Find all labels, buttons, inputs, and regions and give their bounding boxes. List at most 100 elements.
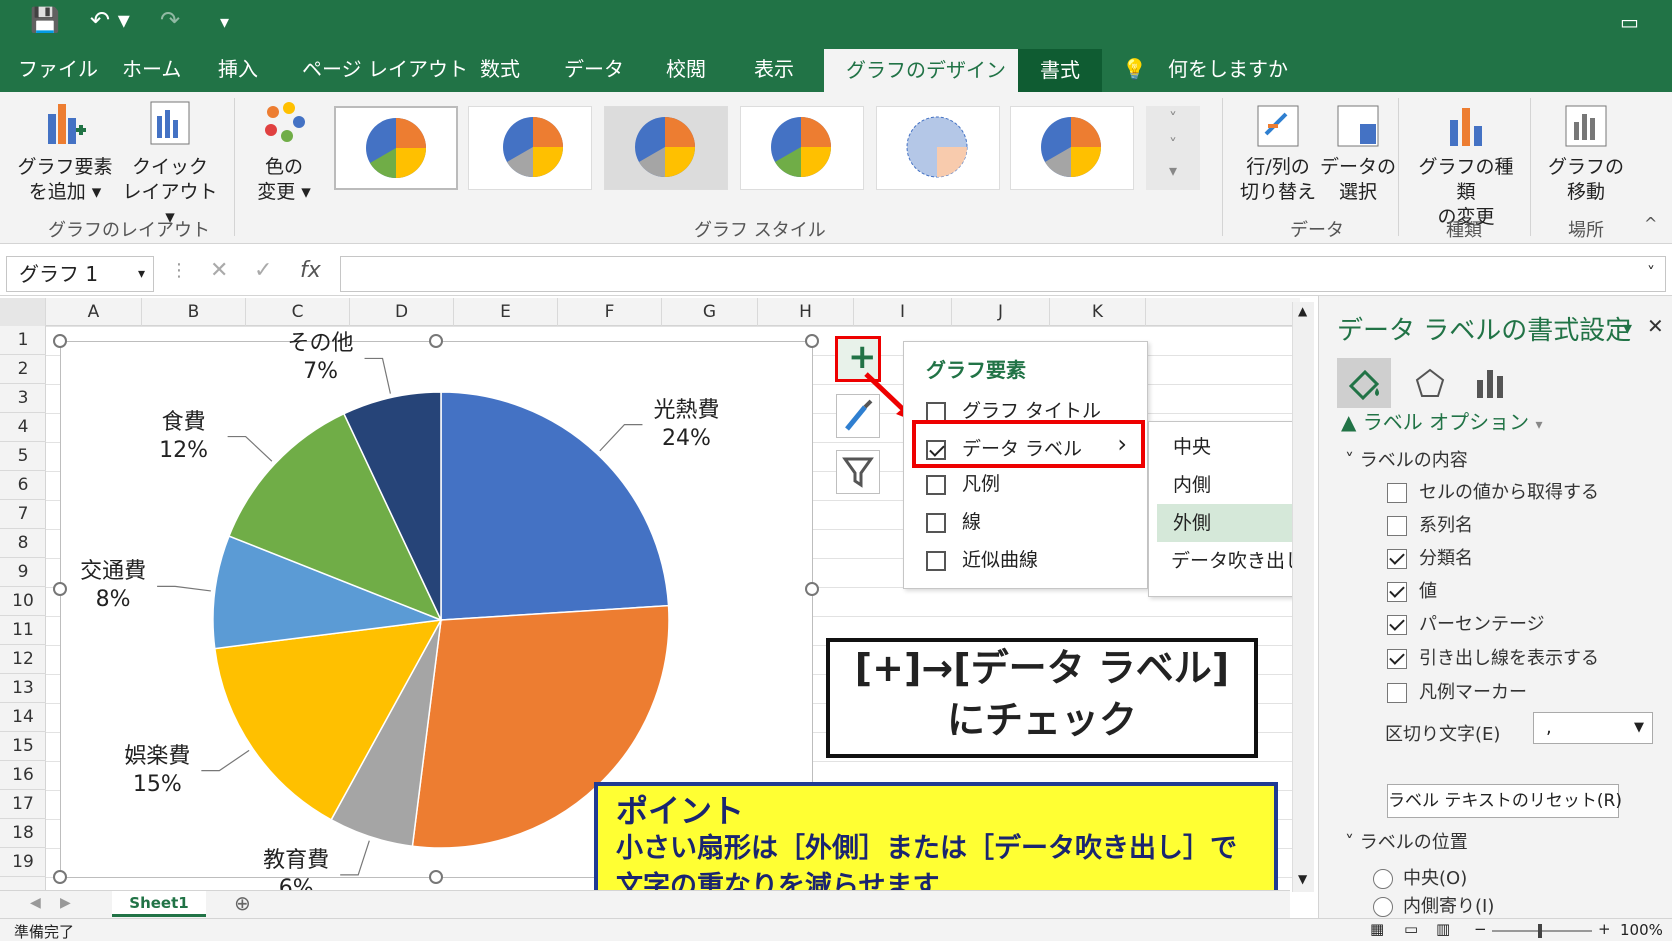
- submenu-inside-end[interactable]: 内側: [1149, 466, 1305, 504]
- column-header-K[interactable]: K: [1050, 298, 1146, 326]
- tab-formulas[interactable]: 数式: [480, 46, 520, 92]
- data-label-5[interactable]: 交通費 8%: [73, 558, 153, 614]
- collapse-ribbon-icon[interactable]: ^: [1644, 214, 1657, 233]
- styles-more-button[interactable]: ˅ ˅ ▾: [1146, 106, 1200, 190]
- zoom-slider[interactable]: [1492, 924, 1592, 938]
- row-header-6[interactable]: 6: [0, 471, 46, 500]
- tab-data[interactable]: データ: [564, 46, 624, 92]
- resize-handle[interactable]: [805, 334, 819, 348]
- row-header-19[interactable]: 19: [0, 848, 46, 877]
- option-lines[interactable]: 線: [926, 507, 981, 534]
- switch-row-column-button[interactable]: 行/列の 切り替え: [1238, 104, 1318, 205]
- column-header-A[interactable]: A: [46, 298, 142, 326]
- enter-icon[interactable]: ✓: [254, 258, 272, 283]
- option-legend-key[interactable]: 凡例マーカー: [1387, 678, 1527, 704]
- row-header-2[interactable]: 2: [0, 355, 46, 384]
- data-labels-checkbox[interactable]: [926, 439, 946, 460]
- resize-handle[interactable]: [53, 870, 67, 884]
- column-header-C[interactable]: C: [246, 298, 350, 326]
- option-series-name[interactable]: 系列名: [1387, 511, 1473, 537]
- chart-style-5[interactable]: [876, 106, 1000, 190]
- change-colors-button[interactable]: 色の 変更 ▾: [246, 98, 322, 205]
- data-label-6[interactable]: 食費 12%: [144, 409, 224, 465]
- scroll-up-icon[interactable]: ▲: [1298, 304, 1307, 318]
- row-header-18[interactable]: 18: [0, 819, 46, 848]
- lightbulb-icon[interactable]: 💡: [1122, 46, 1147, 92]
- scroll-down-icon[interactable]: ▼: [1298, 872, 1307, 886]
- position-center[interactable]: 中央(O): [1373, 864, 1467, 890]
- reset-label-text-button[interactable]: ラベル テキストのリセット(R): [1387, 784, 1622, 818]
- chart-style-1[interactable]: [334, 106, 458, 190]
- column-header-F[interactable]: F: [558, 298, 662, 326]
- data-label-1[interactable]: 光熱費 24%: [646, 397, 726, 453]
- chart-style-4[interactable]: [740, 106, 864, 190]
- column-header-D[interactable]: D: [350, 298, 454, 326]
- tab-home[interactable]: ホーム: [122, 46, 181, 92]
- column-header-B[interactable]: B: [142, 298, 246, 326]
- chart-style-2[interactable]: [468, 106, 592, 190]
- page-break-view-icon[interactable]: ▥: [1436, 920, 1450, 938]
- row-header-12[interactable]: 12: [0, 645, 46, 674]
- select-data-button[interactable]: データの 選択: [1318, 104, 1398, 205]
- add-chart-element-button[interactable]: グラフ要素 を追加 ▾: [10, 98, 120, 205]
- zoom-out-icon[interactable]: −: [1474, 920, 1487, 938]
- option-chart-title[interactable]: グラフ タイトル: [926, 396, 1101, 423]
- submenu-data-callout[interactable]: データ吹き出し: [1149, 542, 1305, 580]
- row-header-10[interactable]: 10: [0, 587, 46, 616]
- add-sheet-icon[interactable]: ⊕: [234, 891, 251, 915]
- option-percentage[interactable]: パーセンテージ: [1387, 610, 1545, 636]
- row-header-8[interactable]: 8: [0, 529, 46, 558]
- label-position-header[interactable]: ˅ ラベルの位置: [1345, 828, 1468, 854]
- tab-view[interactable]: 表示: [754, 46, 794, 92]
- move-chart-button[interactable]: グラフの 移動: [1540, 104, 1632, 205]
- chart-style-3[interactable]: [604, 106, 728, 190]
- pane-options-dropdown-icon[interactable]: ▾: [1623, 318, 1632, 339]
- pane-close-icon[interactable]: ✕: [1647, 314, 1664, 338]
- effects-tab[interactable]: [1403, 358, 1457, 408]
- cancel-icon[interactable]: ✕: [210, 258, 228, 283]
- resize-handle[interactable]: [429, 870, 443, 884]
- tab-file[interactable]: ファイル: [18, 46, 98, 92]
- tab-review[interactable]: 校閲: [666, 46, 706, 92]
- separator-select[interactable]: , ▼: [1533, 712, 1653, 744]
- tab-insert[interactable]: 挿入: [218, 46, 258, 92]
- next-sheet-icon[interactable]: ▶: [60, 895, 71, 911]
- resize-handle[interactable]: [805, 582, 819, 596]
- resize-handle[interactable]: [53, 334, 67, 348]
- insert-function-icon[interactable]: fx: [300, 258, 321, 283]
- option-value[interactable]: 値: [1387, 577, 1437, 603]
- select-all-corner[interactable]: [0, 298, 46, 326]
- label-options-tab[interactable]: [1463, 358, 1517, 408]
- submenu-center[interactable]: 中央: [1149, 428, 1305, 466]
- column-header-I[interactable]: I: [854, 298, 952, 326]
- row-header-9[interactable]: 9: [0, 558, 46, 587]
- column-header-H[interactable]: H: [758, 298, 854, 326]
- column-header-G[interactable]: G: [662, 298, 758, 326]
- option-data-labels[interactable]: データ ラベル ›: [912, 420, 1145, 468]
- chart-title-checkbox[interactable]: [926, 401, 946, 422]
- change-chart-type-button[interactable]: グラフの種類 の変更: [1410, 104, 1522, 230]
- option-trendline[interactable]: 近似曲線: [926, 545, 1038, 572]
- submenu-outside-end[interactable]: 外側: [1157, 504, 1299, 542]
- row-header-14[interactable]: 14: [0, 703, 46, 732]
- data-label-4[interactable]: 娯楽費 15%: [117, 743, 197, 799]
- row-header-3[interactable]: 3: [0, 384, 46, 413]
- row-header-4[interactable]: 4: [0, 413, 46, 442]
- resize-handle[interactable]: [429, 334, 443, 348]
- option-value-from-cells[interactable]: セルの値から取得する: [1387, 478, 1599, 504]
- zoom-in-icon[interactable]: +: [1598, 920, 1611, 938]
- chart-style-6[interactable]: [1010, 106, 1134, 190]
- sheet-tab-sheet1[interactable]: Sheet1: [112, 891, 206, 917]
- tab-format[interactable]: 書式: [1018, 49, 1102, 92]
- row-header-16[interactable]: 16: [0, 761, 46, 790]
- legend-checkbox[interactable]: [926, 474, 946, 495]
- tab-page-layout[interactable]: ページ レイアウト: [302, 46, 468, 92]
- redo-icon[interactable]: ↷: [160, 6, 180, 34]
- trendline-checkbox[interactable]: [926, 550, 946, 571]
- quick-layout-button[interactable]: クイック レイアウト ▾: [120, 98, 220, 230]
- label-contains-header[interactable]: ˅ ラベルの内容: [1345, 446, 1468, 472]
- column-header-E[interactable]: E: [454, 298, 558, 326]
- row-header-1[interactable]: 1: [0, 326, 46, 355]
- zoom-level[interactable]: 100%: [1620, 921, 1663, 939]
- resize-handle[interactable]: [53, 582, 67, 596]
